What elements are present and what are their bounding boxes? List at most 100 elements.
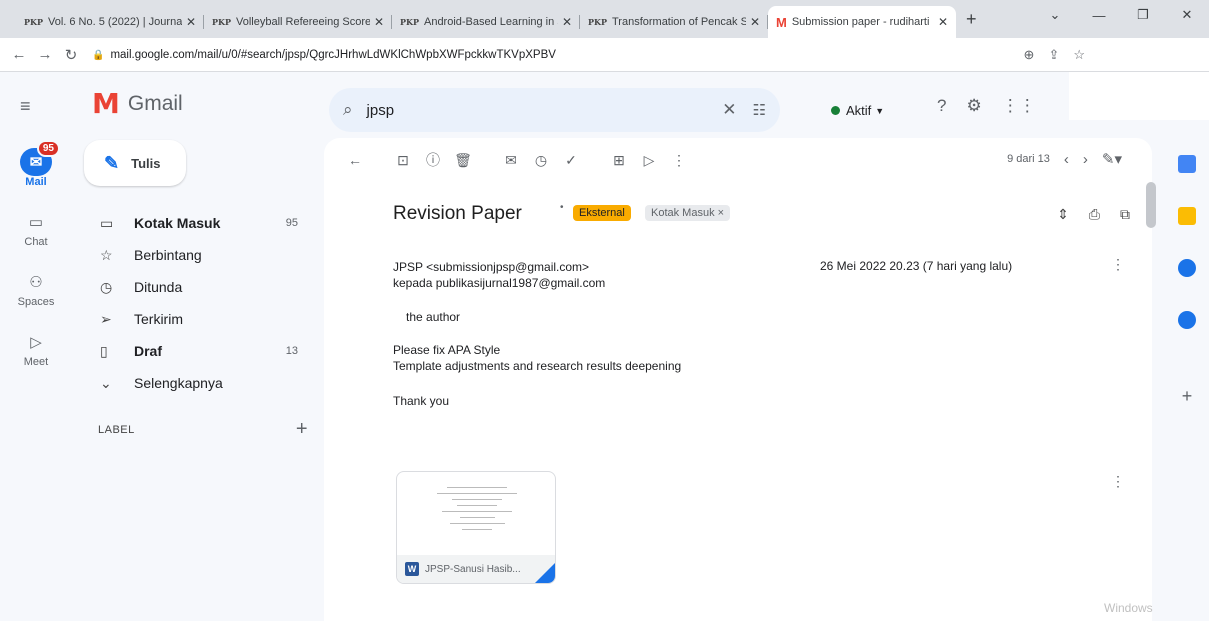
draft-icon: ▯ xyxy=(100,342,108,359)
delete-icon[interactable]: 🗑 xyxy=(448,152,478,169)
reload-icon[interactable]: ↻ xyxy=(58,46,84,64)
report-spam-icon[interactable]: ⓘ xyxy=(418,150,448,170)
attachment-card[interactable]: W JPSP-Sanusi Hasib... xyxy=(396,471,556,584)
rail-meet[interactable]: ▷ Meet xyxy=(0,318,72,378)
newer-icon[interactable]: ‹ xyxy=(1064,151,1069,168)
dropdown-arrow-icon: ▼ xyxy=(875,105,885,116)
chevron-down-icon: ⌄ xyxy=(100,374,112,391)
back-icon[interactable]: ← xyxy=(6,46,32,63)
folder-drafts[interactable]: ▯ Draf 13 xyxy=(84,335,312,367)
get-addons[interactable]: + xyxy=(1165,370,1209,422)
folder-label: Ditunda xyxy=(134,279,183,295)
new-tab-button[interactable]: + xyxy=(966,6,977,32)
close-tab-icon[interactable]: ✕ xyxy=(562,15,572,29)
minimize-button[interactable]: — xyxy=(1077,0,1121,30)
close-window-button[interactable]: ✕ xyxy=(1165,0,1209,30)
label-icon[interactable]: ▷ xyxy=(634,152,664,169)
move-to-icon[interactable]: ⊞ xyxy=(604,152,634,169)
inbox-label-chip[interactable]: Kotak Masuk × xyxy=(645,205,731,221)
add-task-icon[interactable]: ✓ xyxy=(556,152,586,169)
tab-search-icon[interactable]: ⌄ xyxy=(1033,0,1077,30)
compose-button[interactable]: ✎ Tulis xyxy=(84,140,186,186)
contacts-app[interactable] xyxy=(1165,294,1209,346)
gmail-logo[interactable]: M Gmail xyxy=(92,90,183,118)
message-more-icon[interactable]: ⋮ xyxy=(1111,256,1125,273)
account-area[interactable] xyxy=(1069,72,1209,120)
scrollbar[interactable] xyxy=(1146,182,1156,228)
folder-starred[interactable]: ☆ Berbintang xyxy=(84,239,312,271)
main-menu-icon[interactable]: ≡ xyxy=(20,96,31,117)
external-tag: Eksternal xyxy=(573,205,631,221)
app-rail: ✉ 95 Mail ▭ Chat ⚇ Spaces ▷ Meet xyxy=(0,138,72,378)
close-tab-icon[interactable]: ✕ xyxy=(374,15,384,29)
gmail-header: ≡ M Gmail ⌕ jpsp ✕ ☷ Aktif ▼ ? ⚙ ⋮⋮ xyxy=(0,72,1209,138)
importance-marker-icon[interactable]: • xyxy=(560,202,564,213)
folder-inbox[interactable]: ▭ Kotak Masuk 95 xyxy=(84,207,312,239)
older-icon[interactable]: › xyxy=(1083,151,1088,168)
search-bar[interactable]: ⌕ jpsp ✕ ☷ xyxy=(329,88,780,132)
zoom-icon[interactable]: ⊕ xyxy=(1024,47,1035,63)
restore-button[interactable]: ❐ xyxy=(1121,0,1165,30)
message-greeting: the author xyxy=(406,310,461,324)
search-options-icon[interactable]: ☷ xyxy=(753,101,766,119)
attachment-more-icon[interactable]: ⋮ xyxy=(1111,473,1125,490)
sender-address[interactable]: JPSP <submissionjpsp@gmail.com> xyxy=(393,259,605,275)
keep-app[interactable] xyxy=(1165,190,1209,242)
mail-icon: ✉ 95 xyxy=(20,140,60,176)
expand-all-icon[interactable]: ⇕ xyxy=(1057,206,1069,223)
message-toolbar: ← ⊡ ⓘ 🗑 ✉ ◷ ✓ ⊞ ▷ ⋮ 9 dari 13 ‹ › ✎▾ xyxy=(324,138,1152,182)
settings-gear-icon[interactable]: ⚙ xyxy=(966,96,981,116)
tasks-app[interactable] xyxy=(1165,242,1209,294)
browser-tab[interactable]: PKP Transformation of Pencak Sil ✕ xyxy=(580,6,768,38)
browser-tab[interactable]: PKP Volleyball Refereeing Score S ✕ xyxy=(204,6,392,38)
clock-icon: ◷ xyxy=(100,278,113,295)
gmail-favicon-icon: M xyxy=(776,14,787,30)
compose-label: Tulis xyxy=(131,155,161,171)
folder-more[interactable]: ⌄ Selengkapnya xyxy=(84,367,312,399)
rail-chat[interactable]: ▭ Chat xyxy=(0,198,72,258)
back-to-list-icon[interactable]: ← xyxy=(340,152,370,168)
rail-label: Chat xyxy=(24,236,48,248)
mark-unread-icon[interactable]: ✉ xyxy=(496,152,526,169)
open-new-window-icon[interactable]: ⧉ xyxy=(1120,206,1130,223)
active-status-dot xyxy=(831,106,840,115)
pkp-favicon-icon: PKP xyxy=(400,17,419,27)
folder-sent[interactable]: ➢ Terkirim xyxy=(84,303,312,335)
calendar-app[interactable] xyxy=(1165,138,1209,190)
search-input[interactable]: jpsp xyxy=(367,102,723,119)
more-options-icon[interactable]: ⋮ xyxy=(664,152,694,169)
add-label-icon[interactable]: + xyxy=(296,418,308,441)
recipient-line[interactable]: kepada publikasijurnal1987@gmail.com xyxy=(393,275,605,291)
search-icon[interactable]: ⌕ xyxy=(343,100,353,120)
side-panel: + xyxy=(1165,138,1209,422)
close-tab-icon[interactable]: ✕ xyxy=(186,15,196,29)
browser-tab[interactable]: PKP Vol. 6 No. 5 (2022) | Journal ✕ xyxy=(16,6,204,38)
word-doc-icon: W xyxy=(405,562,419,576)
forward-icon[interactable]: → xyxy=(32,46,58,63)
windows-activation-watermark: Windows xyxy=(1104,601,1153,615)
pkp-favicon-icon: PKP xyxy=(588,17,607,27)
print-icon[interactable]: ⎙ xyxy=(1089,206,1100,223)
browser-tab[interactable]: PKP Android-Based Learning in S ✕ xyxy=(392,6,580,38)
archive-icon[interactable]: ⊡ xyxy=(388,152,418,169)
apps-grid-icon[interactable]: ⋮⋮ xyxy=(1002,96,1036,116)
input-tools-icon[interactable]: ✎▾ xyxy=(1102,150,1122,168)
pkp-favicon-icon: PKP xyxy=(24,17,43,27)
clear-search-icon[interactable]: ✕ xyxy=(722,100,736,120)
status-label: Aktif xyxy=(846,103,872,118)
snooze-icon[interactable]: ◷ xyxy=(526,152,556,169)
pagination: 9 dari 13 ‹ › ✎▾ xyxy=(1007,150,1122,169)
status-selector[interactable]: Aktif ▼ xyxy=(823,99,892,122)
folder-snoozed[interactable]: ◷ Ditunda xyxy=(84,271,312,303)
folder-label: Terkirim xyxy=(134,311,183,327)
message-date: 26 Mei 2022 20.23 (7 hari yang lalu) xyxy=(820,259,1013,273)
browser-tab-active[interactable]: M Submission paper - rudiharti ✕ xyxy=(768,6,956,38)
help-icon[interactable]: ? xyxy=(937,96,946,116)
close-tab-icon[interactable]: ✕ xyxy=(938,15,948,29)
share-icon[interactable]: ⇪ xyxy=(1048,47,1059,63)
bookmark-star-icon[interactable]: ☆ xyxy=(1073,47,1085,63)
close-tab-icon[interactable]: ✕ xyxy=(750,15,760,29)
rail-mail[interactable]: ✉ 95 Mail xyxy=(0,138,72,198)
url-field[interactable]: 🔒 mail.google.com/mail/u/0/#search/jpsp/Q… xyxy=(92,49,1024,61)
rail-spaces[interactable]: ⚇ Spaces xyxy=(0,258,72,318)
